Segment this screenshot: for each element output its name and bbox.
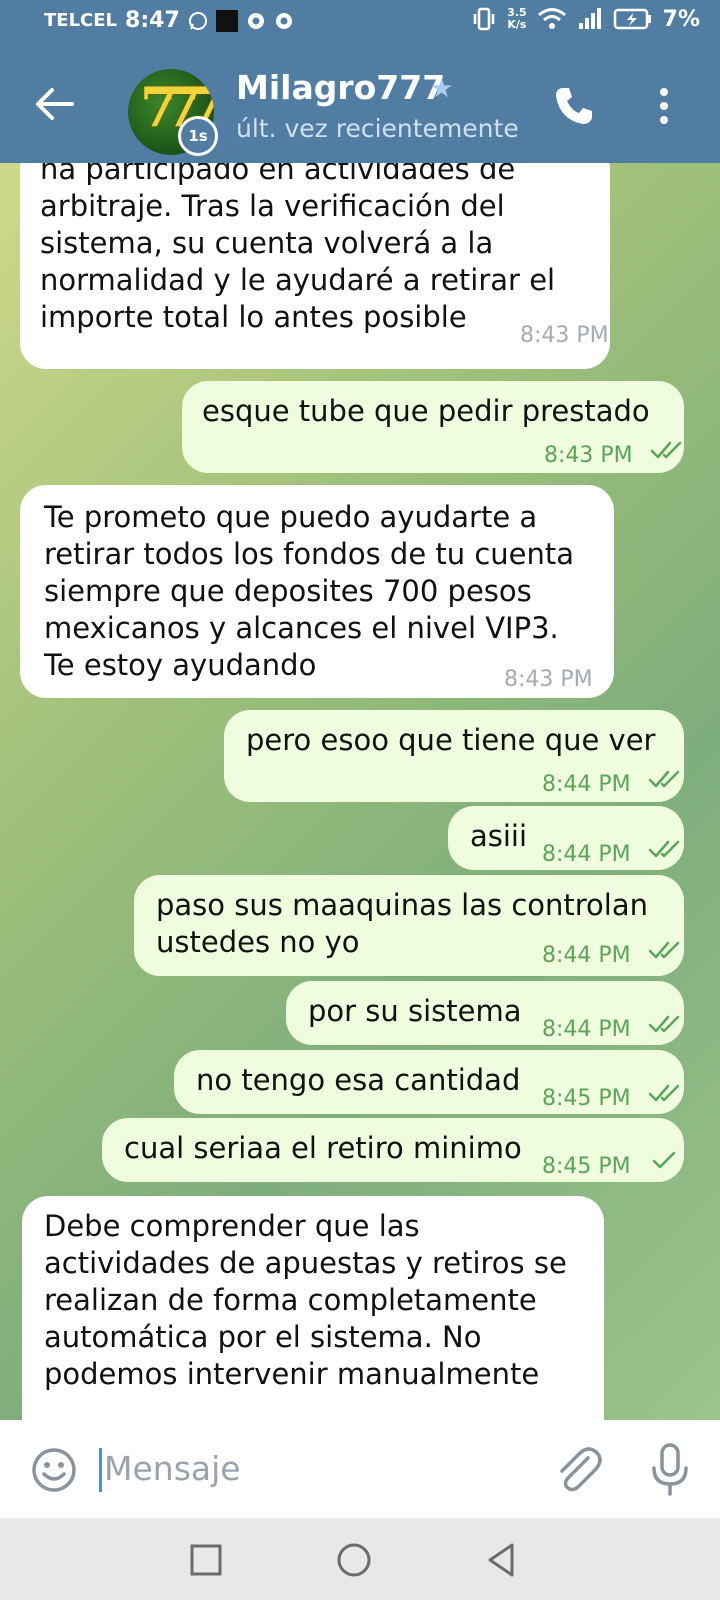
carrier-name: TELCEL — [44, 10, 118, 31]
message-text: asiii — [470, 819, 528, 853]
system-nav-bar — [0, 1518, 720, 1600]
message-time: 8:45 PM — [542, 1086, 631, 1111]
more-vertical-icon[interactable] — [654, 84, 674, 128]
text-caret — [99, 1448, 102, 1492]
outgoing-message[interactable]: pero esoo que tiene que ver 8:44 PM — [224, 710, 684, 802]
message-text: esque tube que pedir prestado — [202, 394, 650, 428]
app-notification-icon — [215, 9, 238, 32]
message-time: 8:45 PM — [542, 1154, 631, 1179]
message-time: 8:43 PM — [520, 323, 609, 348]
chrome-icon-2 — [275, 12, 292, 29]
star-icon: ★ — [430, 74, 454, 104]
smiley-icon[interactable] — [30, 1446, 78, 1494]
message-text: pero esoo que tiene que ver — [246, 723, 656, 757]
message-text: ha participado en actividades de arbitra… — [40, 163, 556, 334]
message-time: 8:44 PM — [542, 943, 631, 968]
last-seen-status: últ. vez recientemente — [236, 114, 519, 143]
status-bar: TELCEL 8:47 3.5 K/s 7% — [0, 0, 720, 46]
battery-charging-icon — [613, 8, 651, 30]
autodelete-timer-badge: 1s — [178, 116, 218, 156]
incoming-message[interactable]: ha participado en actividades de arbitra… — [20, 163, 610, 369]
outgoing-message[interactable]: por su sistema 8:44 PM — [286, 981, 684, 1045]
message-text: Debe comprender que las actividades de a… — [44, 1209, 567, 1391]
double-check-icon — [648, 840, 680, 858]
chat-title[interactable]: Milagro777 — [236, 68, 445, 107]
message-time: 8:44 PM — [542, 1017, 631, 1042]
outgoing-message[interactable]: no tengo esa cantidad 8:45 PM — [174, 1050, 684, 1114]
double-check-icon — [648, 941, 680, 959]
double-check-icon — [648, 1015, 680, 1033]
outgoing-message[interactable]: cual seriaa el retiro minimo 8:45 PM — [102, 1118, 684, 1182]
incoming-message[interactable]: Te prometo que puedo ayudarte a retirar … — [20, 485, 614, 698]
chat-history[interactable]: ha participado en actividades de arbitra… — [0, 163, 720, 1420]
paperclip-icon[interactable] — [552, 1444, 602, 1496]
chrome-icon — [247, 12, 264, 29]
message-input[interactable] — [104, 1442, 524, 1494]
outgoing-message[interactable]: asiii 8:44 PM — [448, 806, 684, 870]
microphone-icon[interactable] — [650, 1442, 690, 1498]
message-text: cual seriaa el retiro minimo — [124, 1131, 522, 1165]
message-text: Te prometo que puedo ayudarte a retirar … — [44, 500, 575, 682]
home-button[interactable] — [334, 1540, 374, 1580]
vibrate-icon — [473, 7, 495, 31]
status-clock: 8:47 — [125, 8, 180, 33]
message-time: 8:44 PM — [542, 842, 631, 867]
network-speed: 3.5 K/s — [507, 6, 527, 31]
phone-icon[interactable] — [552, 84, 596, 128]
message-time: 8:43 PM — [544, 443, 633, 468]
message-time: 8:43 PM — [504, 667, 593, 692]
check-icon — [652, 1151, 676, 1169]
signal-icon — [578, 8, 601, 29]
message-text: por su sistema — [308, 994, 522, 1028]
wifi-icon — [537, 8, 566, 29]
outgoing-message[interactable]: esque tube que pedir prestado 8:43 PM — [182, 381, 684, 473]
message-text: no tengo esa cantidad — [196, 1063, 521, 1097]
arrow-left-icon[interactable] — [30, 82, 80, 126]
whatsapp-icon — [188, 11, 207, 30]
chat-header: 777 1s Milagro777 ★ últ. vez recientemen… — [0, 46, 720, 163]
recents-button[interactable] — [186, 1540, 226, 1580]
double-check-icon — [648, 1084, 680, 1102]
double-check-icon — [650, 441, 682, 459]
back-nav-button[interactable] — [482, 1540, 522, 1580]
double-check-icon — [648, 770, 680, 788]
outgoing-message[interactable]: paso sus maaquinas las controlan ustedes… — [134, 875, 684, 976]
message-composer — [0, 1420, 720, 1518]
battery-level: 7% — [662, 6, 700, 32]
message-time: 8:44 PM — [542, 772, 631, 797]
incoming-message[interactable]: Debe comprender que las actividades de a… — [22, 1196, 604, 1420]
